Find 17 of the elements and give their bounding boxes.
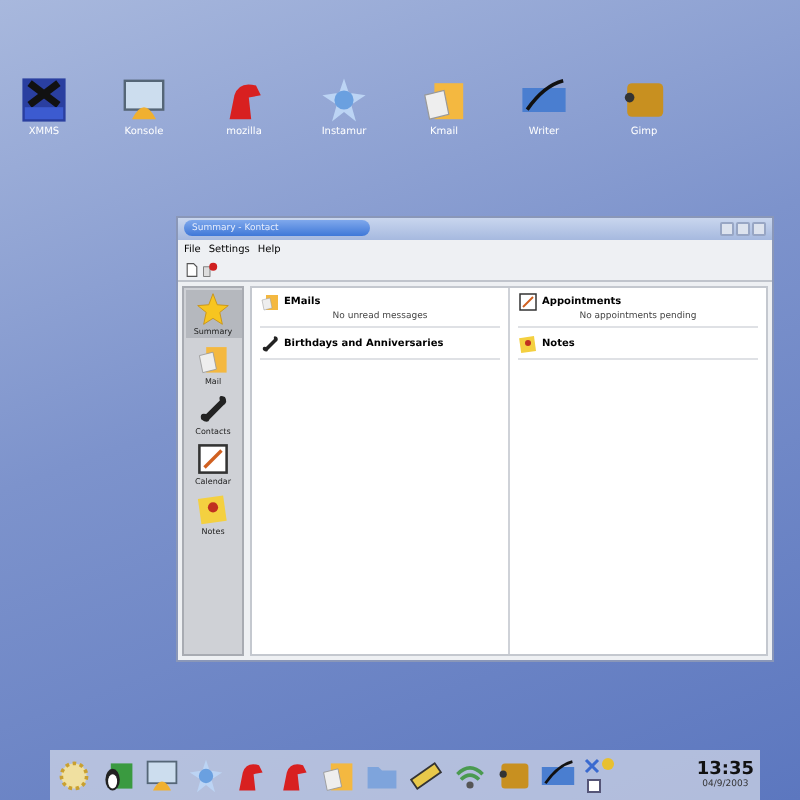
monitor-shell-icon (120, 76, 168, 124)
clock-time: 13:35 (696, 760, 754, 781)
note-icon (518, 333, 538, 354)
sync-icon[interactable] (202, 261, 218, 278)
penguin-icon[interactable] (100, 757, 136, 794)
mail-icon (196, 341, 230, 376)
calendar-icon (196, 441, 230, 476)
phone-icon (260, 333, 280, 354)
calendar-icon (518, 291, 538, 312)
new-document-icon[interactable] (184, 261, 200, 278)
x-logo-icon (20, 76, 68, 124)
monitor-shell-icon[interactable] (144, 757, 180, 794)
note-icon (196, 491, 230, 526)
phone-icon (196, 391, 230, 426)
mail-icon (260, 291, 280, 312)
system-tray-icons-drawing[interactable] (584, 755, 616, 796)
star-icon (196, 291, 230, 326)
